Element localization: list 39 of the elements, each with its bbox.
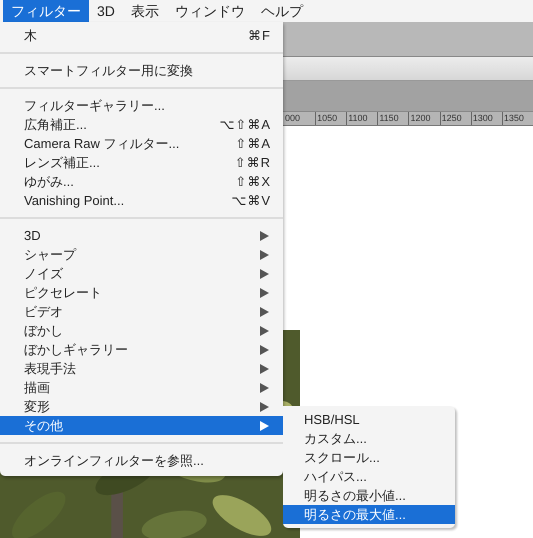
menu-item[interactable]: ビデオ (0, 302, 283, 321)
menu-item[interactable]: Vanishing Point... ⌥⌘V (0, 191, 283, 210)
ruler-label: 000 (284, 112, 302, 125)
menu-bar-item[interactable]: 3D (89, 0, 123, 22)
menu-item[interactable]: ぼかしギャラリー (0, 340, 283, 359)
menu-item[interactable]: スマートフィルター用に変換 (0, 61, 283, 80)
menu-bar-item[interactable]: ウィンドウ (166, 0, 253, 22)
menu-item[interactable]: ピクセレート (0, 283, 283, 302)
menu-item[interactable]: その他 (0, 416, 283, 435)
menu-item[interactable]: カスタム... (283, 429, 455, 448)
ruler-label: 1100 (346, 112, 378, 125)
ruler-label: 1300 (470, 112, 502, 125)
menu-item[interactable]: シャープ (0, 245, 283, 264)
menu-item[interactable]: レンズ補正... ⇧⌘R (0, 153, 283, 172)
menu-bar-item[interactable]: フィルター (3, 0, 89, 22)
menu-item[interactable]: Camera Raw フィルター... ⇧⌘A (0, 134, 283, 153)
menu-item[interactable]: 描画 (0, 378, 283, 397)
menu-item[interactable]: HSB/HSL (283, 410, 455, 429)
menu-item[interactable]: フィルターギャラリー... (0, 96, 283, 115)
menu-item[interactable]: 表現手法 (0, 359, 283, 378)
ruler-label: 1150 (377, 112, 408, 125)
menu-item[interactable]: ノイズ (0, 264, 283, 283)
menu-item[interactable]: ぼかし (0, 321, 283, 340)
ruler-label: 1350 (502, 112, 533, 125)
menu-item[interactable]: 3D (0, 226, 283, 245)
menu-item[interactable]: スクロール... (283, 448, 455, 467)
menu-item[interactable]: 木 ⌘F (0, 26, 283, 45)
menu-item[interactable]: 変形 (0, 397, 283, 416)
menu-item[interactable]: 明るさの最小値... (283, 486, 455, 505)
ruler-label: 1250 (440, 112, 471, 125)
menu-item[interactable]: 明るさの最大値... (283, 505, 455, 524)
menu-item[interactable]: オンラインフィルターを参照... (0, 451, 283, 470)
menu-bar-item[interactable]: ヘルプ (252, 0, 311, 22)
ruler-label: 1050 (315, 112, 346, 125)
menu-bar-item[interactable]: 表示 (122, 0, 167, 22)
menu-item[interactable]: ゆがみ... ⇧⌘X (0, 172, 283, 191)
menu-item[interactable]: 広角補正... ⌥⇧⌘A (0, 115, 283, 134)
ruler-label: 1200 (408, 112, 440, 125)
menu-item[interactable]: ハイパス... (283, 467, 455, 486)
